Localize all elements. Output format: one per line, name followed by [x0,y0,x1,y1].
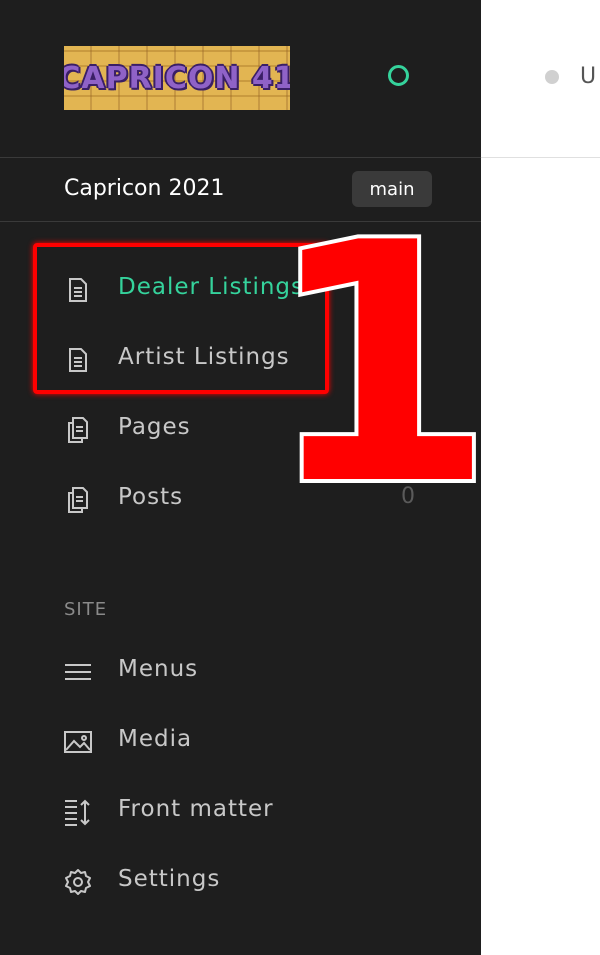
image-icon [64,731,92,753]
sidebar-item-label: Posts [118,484,184,510]
sidebar-item-label: Media [118,726,193,752]
sidebar-item-settings[interactable]: Settings [0,852,481,912]
sidebar-item-label: Settings [118,866,221,892]
sidebar-header: CAPRICON 41 [0,0,481,158]
sidebar-item-menus[interactable]: Menus [0,642,481,702]
topbar-text: U [580,64,597,89]
sidebar-item-media[interactable]: Media [0,712,481,772]
site-name: Capricon 2021 [64,176,225,201]
documents-icon [68,487,88,513]
documents-icon [68,417,88,443]
gear-icon [65,869,91,895]
sort-lines-icon [65,799,90,826]
status-indicator-icon [388,65,409,86]
sidebar-item-front-matter[interactable]: Front matter [0,782,481,842]
section-title-site: SITE [64,599,108,620]
menu-icon [65,664,91,680]
divider [481,157,600,158]
sidebar-item-label: Menus [118,656,199,682]
sidebar-item-label: Front matter [118,796,274,822]
annotation-step-number: 1 [261,173,499,557]
site-logo[interactable]: CAPRICON 41 [64,46,290,110]
sidebar: CAPRICON 41 Capricon 2021 main Dealer Li… [0,0,499,955]
sidebar-item-label: Pages [118,414,191,440]
status-dot-icon [545,70,559,84]
logo-text: CAPRICON 41 [64,60,290,96]
